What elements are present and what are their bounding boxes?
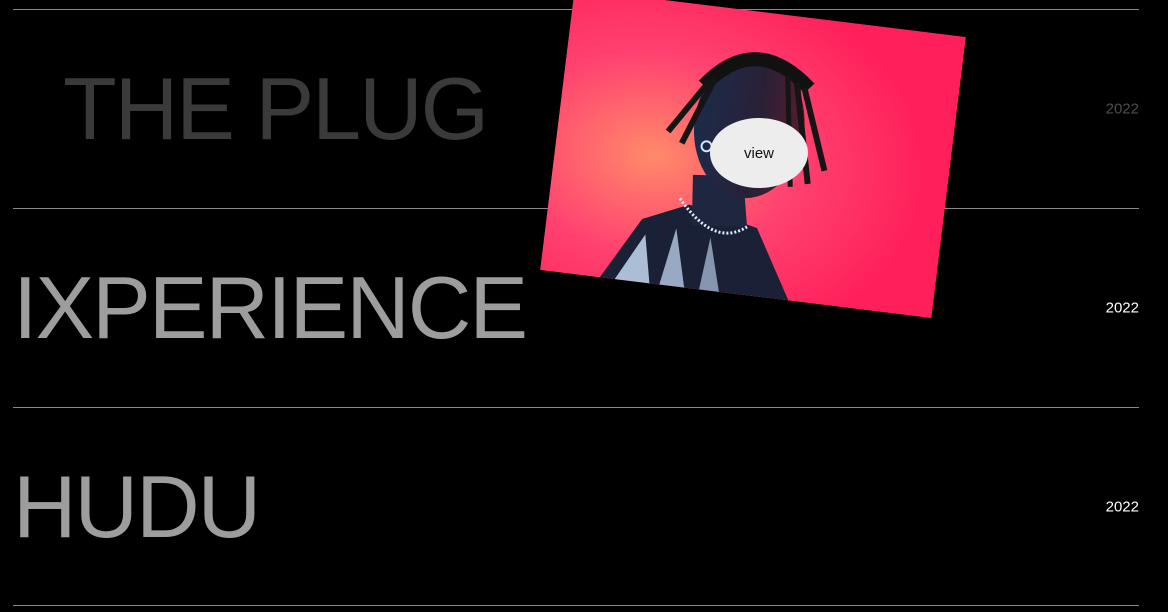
project-title[interactable]: HUDU	[13, 463, 261, 551]
divider	[13, 605, 1139, 606]
project-year: 2022	[1105, 100, 1139, 118]
project-row-hudu[interactable]: HUDU 2022	[13, 408, 1139, 606]
projects-page: THE PLUG 2022 IXPERIENCE 2022 HUDU 2022	[0, 0, 1168, 612]
project-year: 2022	[1105, 498, 1139, 516]
project-title[interactable]: THE PLUG	[63, 65, 489, 153]
project-year: 2022	[1105, 299, 1139, 317]
project-title[interactable]: IXPERIENCE	[13, 264, 528, 352]
view-button[interactable]: view	[710, 118, 808, 188]
